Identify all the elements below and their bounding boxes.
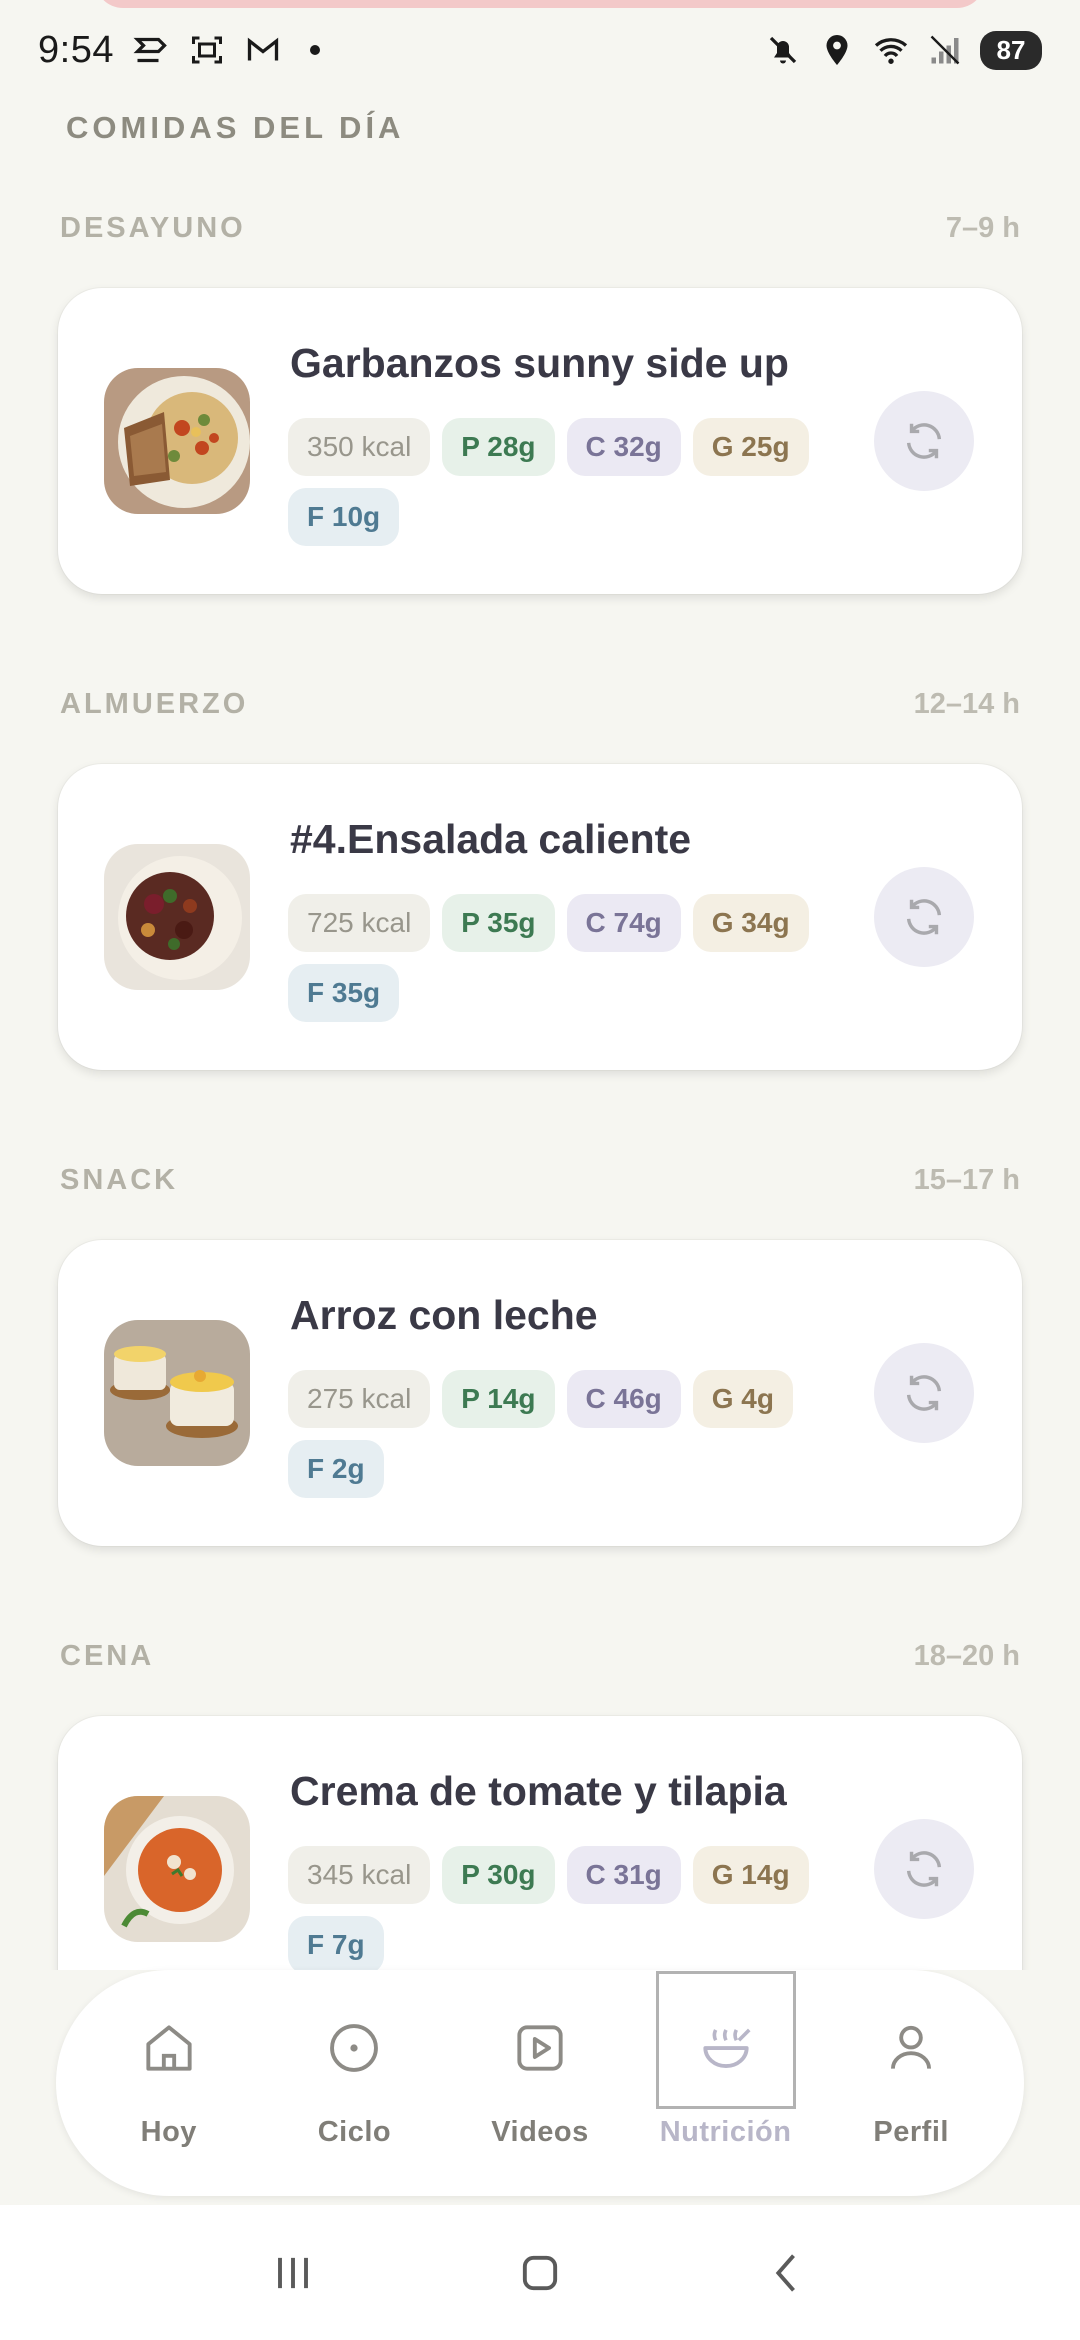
signal-icon	[926, 31, 964, 69]
nav-item-perfil[interactable]: Perfil	[836, 2017, 986, 2149]
meal-image	[104, 1320, 250, 1466]
fiber-chip: F 2g	[288, 1440, 384, 1498]
meal-image	[104, 844, 250, 990]
meal-title: Crema de tomate y tilapia	[290, 1768, 787, 1814]
status-bar: 9:54 87	[0, 0, 1080, 100]
meal-time: 7–9 h	[945, 212, 1020, 244]
carbs-chip: C 31g	[566, 1846, 681, 1904]
protein-chip: P 14g	[442, 1370, 555, 1428]
swap-meal-button[interactable]	[874, 867, 974, 967]
meal-card-cena[interactable]: Crema de tomate y tilapia 345 kcal P 30g…	[58, 1716, 1022, 1970]
nav-label: Ciclo	[317, 2116, 392, 2148]
refresh-icon	[906, 1851, 942, 1887]
kcal-chip: 275 kcal	[288, 1370, 431, 1428]
nav-item-ciclo[interactable]: Ciclo	[279, 2017, 429, 2149]
meal-label: CENA	[60, 1640, 155, 1672]
swap-meal-button[interactable]	[874, 391, 974, 491]
nav-label: Videos	[491, 2116, 589, 2148]
macro-chips: 350 kcal P 28g C 32g G 25g F 10g	[288, 418, 848, 546]
fat-chip: G 4g	[692, 1370, 793, 1428]
meal-header-snack: SNACK 15–17 h	[60, 1164, 1020, 1197]
system-nav-bar	[0, 2205, 1080, 2340]
nav-item-videos[interactable]: Videos	[465, 2017, 615, 2149]
meal-card-desayuno[interactable]: Garbanzos sunny side up 350 kcal P 28g C…	[58, 288, 1022, 594]
meal-image	[104, 1796, 250, 1942]
profile-icon	[891, 2025, 932, 2069]
meal-header-cena: CENA 18–20 h	[60, 1640, 1020, 1673]
kcal-chip: 345 kcal	[288, 1846, 431, 1904]
gmail-icon	[244, 31, 282, 69]
nav-label: Nutrición	[659, 2116, 792, 2148]
refresh-icon	[906, 423, 942, 459]
meal-image	[104, 368, 250, 514]
meal-title: Arroz con leche	[290, 1292, 598, 1338]
bottom-nav: Hoy Ciclo Videos Nutrición Perfil	[56, 1970, 1024, 2196]
carbs-chip: C 32g	[566, 418, 681, 476]
meals-content[interactable]: COMIDAS DEL DÍA DESAYUNO 7–9 h Garbanzos…	[0, 100, 1080, 1970]
meal-label: ALMUERZO	[60, 688, 249, 720]
location-icon	[818, 31, 856, 69]
meal-time: 12–14 h	[913, 688, 1020, 720]
macro-chips: 275 kcal P 14g C 46g G 4g F 2g	[288, 1370, 848, 1498]
notification-dot	[309, 45, 320, 55]
protein-chip: P 30g	[442, 1846, 555, 1904]
nav-label: Perfil	[873, 2116, 949, 2148]
meal-label: DESAYUNO	[60, 212, 246, 244]
meal-time: 15–17 h	[913, 1164, 1020, 1196]
fat-chip: G 14g	[692, 1846, 809, 1904]
bowl-icon	[702, 2028, 751, 2069]
wifi-icon	[872, 31, 910, 69]
meal-card-snack[interactable]: Arroz con leche 275 kcal P 14g C 46g G 4…	[58, 1240, 1022, 1546]
meal-title: Garbanzos sunny side up	[290, 340, 789, 386]
fiber-chip: F 35g	[288, 964, 400, 1022]
meal-label: SNACK	[60, 1164, 179, 1196]
battery-indicator: 87	[980, 30, 1042, 70]
nav-item-nutricion[interactable]: Nutrición	[651, 1971, 801, 2149]
meal-time: 18–20 h	[913, 1640, 1020, 1672]
macro-chips: 725 kcal P 35g C 74g G 34g F 35g	[288, 894, 848, 1022]
fiber-chip: F 10g	[288, 488, 400, 546]
home-icon	[146, 2025, 192, 2071]
screenshot-icon	[188, 31, 226, 69]
capcut-icon	[132, 31, 170, 69]
kcal-chip: 350 kcal	[288, 418, 431, 476]
swap-meal-button[interactable]	[874, 1343, 974, 1443]
carbs-chip: C 74g	[566, 894, 681, 952]
refresh-icon	[906, 899, 942, 935]
protein-chip: P 28g	[442, 418, 555, 476]
page-title: COMIDAS DEL DÍA	[66, 110, 405, 145]
carbs-chip: C 46g	[566, 1370, 681, 1428]
meal-title: #4.Ensalada caliente	[290, 816, 692, 862]
nav-label: Hoy	[140, 2116, 197, 2148]
swap-meal-button[interactable]	[874, 1819, 974, 1919]
protein-chip: P 35g	[442, 894, 555, 952]
nav-item-hoy[interactable]: Hoy	[94, 2017, 244, 2149]
meal-header-desayuno: DESAYUNO 7–9 h	[60, 212, 1020, 245]
fat-chip: G 34g	[692, 894, 809, 952]
macro-chips: 345 kcal P 30g C 31g G 14g F 7g	[288, 1846, 848, 1970]
video-icon	[517, 2025, 563, 2071]
mute-icon	[764, 31, 802, 69]
refresh-icon	[906, 1375, 942, 1411]
home-button-icon[interactable]	[514, 2247, 566, 2299]
fat-chip: G 25g	[692, 418, 809, 476]
status-time: 9:54	[38, 28, 114, 71]
recent-apps-icon[interactable]	[267, 2247, 319, 2299]
back-icon[interactable]	[761, 2247, 813, 2299]
meal-card-almuerzo[interactable]: #4.Ensalada caliente 725 kcal P 35g C 74…	[58, 764, 1022, 1070]
cycle-icon	[330, 2024, 379, 2072]
fiber-chip: F 7g	[288, 1916, 384, 1970]
meal-header-almuerzo: ALMUERZO 12–14 h	[60, 688, 1020, 721]
kcal-chip: 725 kcal	[288, 894, 431, 952]
